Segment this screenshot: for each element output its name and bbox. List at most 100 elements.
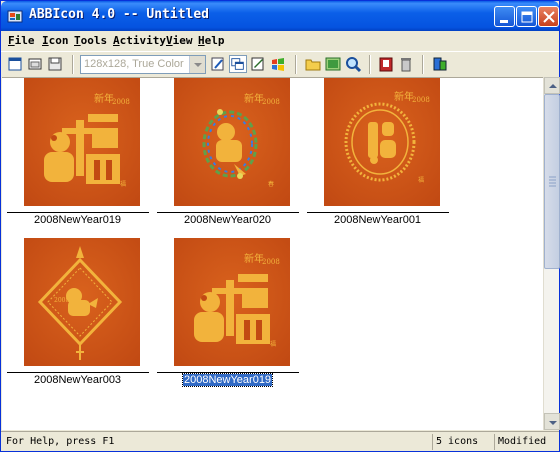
scroll-up-button[interactable]: [544, 77, 560, 94]
icon-thumbnail[interactable]: 新年 2008 福: [174, 238, 290, 366]
icon-list-view[interactable]: 新年 2008 福 2008NewYear019 新年 2008 春 2008NewYear…: [2, 77, 543, 430]
vertical-scrollbar[interactable]: [543, 77, 560, 430]
icon-label[interactable]: 2008NewYear019: [181, 373, 274, 387]
maximize-icon: [521, 11, 533, 23]
menu-help-label: elp: [204, 34, 225, 47]
icon-item[interactable]: 新年 2008 福 2008NewYear001: [307, 78, 449, 228]
icon-thumbnail-image: 新年2008 福: [24, 78, 140, 206]
scroll-thumb[interactable]: [544, 94, 560, 269]
svg-text:新年: 新年: [94, 92, 114, 105]
menu-icon-key: I: [42, 34, 49, 47]
icon-item[interactable]: 新年 2008 福 2008NewYear019: [157, 238, 299, 388]
menu-help-key: H: [198, 34, 205, 47]
icon-divider: [157, 212, 299, 213]
icon-thumbnail[interactable]: 新年 2008 福: [24, 78, 140, 206]
menu-tools-label: ools: [80, 34, 108, 47]
combo-arrow[interactable]: [189, 56, 205, 73]
toolbar: 128x128, True Color: [1, 51, 559, 76]
status-help: For Help, press F1: [6, 436, 115, 447]
svg-text:新年: 新年: [244, 92, 264, 105]
scroll-down-button[interactable]: [544, 413, 560, 430]
icon-thumbnail[interactable]: 新年 2008 春: [174, 78, 290, 206]
svg-text:福: 福: [120, 180, 126, 188]
export-icon[interactable]: [377, 55, 395, 73]
grip-icon: [549, 176, 556, 187]
icon-item[interactable]: 新年 2008 福 2008NewYear019: [7, 78, 149, 228]
toolbar-separator: [369, 55, 371, 74]
menu-view-key: V: [166, 34, 173, 47]
menu-activity-label: ctivity: [119, 34, 166, 47]
menu-tools[interactable]: Tools: [74, 34, 107, 47]
delete-icon[interactable]: [397, 55, 415, 73]
icon-item[interactable]: 2008 2008NewYear003: [7, 238, 149, 388]
app-window: ABBIcon 4.0 -- Untitled File Icon Tools …: [0, 0, 560, 452]
edit-icon[interactable]: [209, 55, 227, 73]
arrow-up-icon: [549, 84, 557, 88]
status-bar: For Help, press F1 5 icons Modified: [1, 431, 559, 451]
toolbar-separator: [72, 55, 74, 74]
new-icon[interactable]: [6, 55, 24, 73]
format-combo[interactable]: 128x128, True Color: [80, 55, 206, 74]
format-combo-value: 128x128, True Color: [84, 58, 184, 70]
chevron-down-icon: [194, 63, 202, 67]
icon-thumbnail-image: 新年2008 春: [174, 78, 290, 206]
icon-divider: [7, 372, 149, 373]
icon-label[interactable]: 2008NewYear019: [34, 214, 121, 226]
close-icon: [543, 11, 555, 23]
title-bar[interactable]: ABBIcon 4.0 -- Untitled: [1, 1, 559, 31]
svg-text:新年: 新年: [394, 90, 414, 103]
svg-text:新年: 新年: [244, 252, 264, 265]
toolbar-separator: [295, 55, 297, 74]
folder-icon[interactable]: [304, 55, 322, 73]
icon-thumbnail[interactable]: 2008: [24, 238, 140, 366]
extract-icon[interactable]: [431, 55, 449, 73]
arrow-down-icon: [549, 421, 557, 425]
svg-text:福: 福: [418, 176, 424, 184]
icon-divider: [157, 372, 299, 373]
menu-icon-label: con: [48, 34, 69, 47]
menu-view-label: iew: [172, 34, 193, 47]
menu-icon[interactable]: Icon: [42, 34, 69, 47]
menu-file-key: F: [8, 34, 15, 47]
icon-thumbnail[interactable]: 新年 2008 福: [324, 78, 440, 206]
layers-icon[interactable]: [229, 55, 247, 73]
menu-view[interactable]: View: [166, 34, 193, 47]
properties-icon[interactable]: [249, 55, 267, 73]
app-icon: [7, 10, 23, 23]
menu-help[interactable]: Help: [198, 34, 225, 47]
minimize-button[interactable]: [494, 6, 515, 27]
icon-label[interactable]: 2008NewYear003: [34, 374, 121, 386]
menu-bar: File Icon Tools Activity View Help: [1, 32, 559, 50]
image-icon[interactable]: [324, 55, 342, 73]
svg-text:春: 春: [268, 180, 274, 188]
icon-divider: [7, 212, 149, 213]
menu-tools-key: T: [74, 34, 81, 47]
icon-thumbnail-image: 新年2008 福: [174, 238, 290, 366]
menu-file[interactable]: File: [8, 34, 35, 47]
svg-text:2008: 2008: [262, 258, 280, 266]
window-title: ABBIcon 4.0 -- Untitled: [29, 7, 210, 22]
maximize-button[interactable]: [516, 6, 537, 27]
svg-text:2008: 2008: [54, 297, 69, 304]
icon-divider: [307, 212, 449, 213]
open-icon[interactable]: [26, 55, 44, 73]
menu-activity[interactable]: Activity: [113, 34, 166, 47]
zoom-icon[interactable]: [344, 55, 362, 73]
icon-label[interactable]: 2008NewYear020: [184, 214, 271, 226]
toolbar-separator: [422, 55, 424, 74]
icon-thumbnail-image: 2008: [24, 238, 140, 366]
icon-thumbnail-image: 新年2008 福: [324, 78, 440, 206]
svg-text:2008: 2008: [112, 98, 130, 106]
status-count: 5 icons: [432, 434, 488, 450]
close-button[interactable]: [538, 6, 559, 27]
svg-text:福: 福: [270, 340, 276, 348]
status-state: Modified: [494, 434, 554, 450]
minimize-icon: [500, 20, 508, 23]
windows-icon[interactable]: [269, 55, 287, 73]
icon-label[interactable]: 2008NewYear001: [334, 214, 421, 226]
menu-file-label: ile: [14, 34, 35, 47]
icon-item[interactable]: 新年 2008 春 2008NewYear020: [157, 78, 299, 228]
svg-text:2008: 2008: [262, 98, 280, 106]
svg-text:2008: 2008: [412, 96, 430, 104]
save-icon[interactable]: [46, 55, 64, 73]
